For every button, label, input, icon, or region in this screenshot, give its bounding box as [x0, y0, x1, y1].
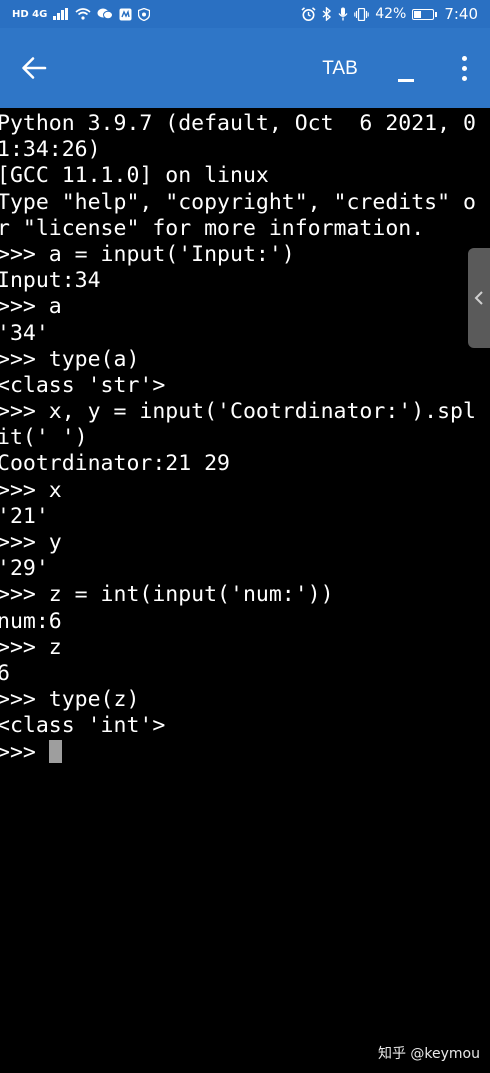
- app-notification-icon: [119, 8, 132, 21]
- network-indicator: HD 4G: [12, 8, 48, 20]
- signal-icon: [53, 8, 69, 20]
- status-left: HD 4G: [12, 7, 151, 21]
- back-button[interactable]: [12, 48, 56, 88]
- clock: 7:40: [444, 5, 478, 23]
- chevron-left-icon: [474, 291, 483, 305]
- chat-icon: [97, 8, 114, 20]
- terminal-prompt-line[interactable]: >>>: [0, 739, 490, 766]
- prompt: >>>: [0, 739, 49, 765]
- terminal-output: Python 3.9.7 (default, Oct 6 2021, 0 1:34…: [0, 111, 490, 766]
- terminal-line: >>> z = int(input('num:')): [0, 582, 334, 608]
- terminal-line: '21': [0, 503, 49, 529]
- battery-icon: [412, 8, 438, 20]
- terminal-line: Type "help", "copyright", "credits" o: [0, 189, 476, 215]
- bluetooth-icon: [322, 7, 332, 21]
- terminal-line: 1:34:26): [0, 137, 101, 163]
- status-right: 42% 7:40: [301, 5, 478, 23]
- terminal-line: >>> z: [0, 634, 62, 660]
- terminal-line: Input:34: [0, 268, 101, 294]
- terminal-line: >>> x, y = input('Cootrdinator:').spl: [0, 399, 476, 425]
- more-vert-icon: [461, 55, 467, 61]
- terminal-line: 6: [0, 660, 10, 686]
- tab-key-button[interactable]: TAB: [312, 54, 368, 84]
- status-bar: HD 4G 42% 7:40: [0, 0, 490, 28]
- terminal-line: '29': [0, 556, 49, 582]
- alarm-icon: [301, 7, 316, 21]
- underscore-key-button[interactable]: [388, 54, 424, 88]
- more-vert-icon-dot: [461, 65, 467, 71]
- terminal-line: '34': [0, 320, 49, 346]
- terminal-line: num:6: [0, 608, 62, 634]
- battery-percent: 42%: [375, 6, 407, 22]
- terminal-line: >>> type(z): [0, 687, 140, 713]
- terminal-line: >>> y: [0, 530, 62, 555]
- text-cursor: [48, 739, 62, 763]
- arrow-left-icon: [22, 57, 47, 79]
- terminal-line: r "license" for more information.: [0, 215, 425, 241]
- more-vert-icon-dot: [461, 75, 467, 81]
- terminal-line: Python 3.9.7 (default, Oct 6 2021, 0: [0, 111, 476, 136]
- watermark: 知乎 @keymou: [377, 1046, 480, 1062]
- drawer-handle[interactable]: [468, 248, 490, 348]
- terminal-line: >>> type(a): [0, 346, 140, 372]
- more-options-button[interactable]: [446, 48, 482, 88]
- terminal-line: >>> x: [0, 477, 62, 503]
- terminal-line: >>> a: [0, 294, 62, 320]
- terminal-line: <class 'str'>: [0, 372, 166, 398]
- shield-icon: [138, 7, 151, 21]
- terminal-line: <class 'int'>: [0, 713, 166, 739]
- terminal-line: Cootrdinator:21 29: [0, 451, 230, 477]
- terminal-line: >>> a = input('Input:'): [0, 241, 295, 267]
- microphone-icon: [338, 7, 348, 21]
- terminal-line: it(' '): [0, 425, 88, 451]
- wifi-icon: [75, 8, 91, 20]
- terminal-view[interactable]: Python 3.9.7 (default, Oct 6 2021, 0 1:34…: [0, 108, 490, 1073]
- app-toolbar: TAB: [0, 28, 490, 108]
- terminal-line: [GCC 11.1.0] on linux: [0, 163, 269, 189]
- underscore-icon: [398, 79, 414, 82]
- vibrate-icon: [354, 7, 369, 21]
